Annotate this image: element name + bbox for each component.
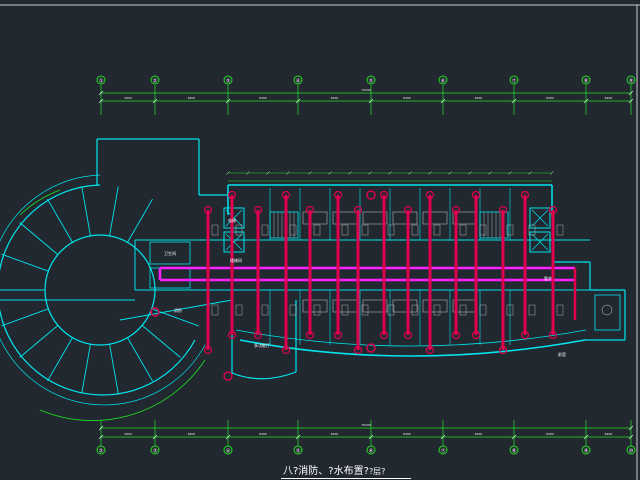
axis-label-bottom: ⑤ <box>296 449 301 455</box>
axis-label-top: ① <box>99 79 104 85</box>
drawing-title-main: 八?消防、?水布置? <box>283 466 369 477</box>
dim-top-value: 8400 <box>605 96 613 100</box>
dim-top-value: 8400 <box>259 96 267 100</box>
axis-label-top: ⑧ <box>584 79 589 85</box>
floor-plan-drawing: ① ② ③ ④ ⑤ ⑥ ⑦ ⑧ ⑨ ② ③ ④ ⑤ ⑥ ⑦ ⑧ ⑨ ⑩ 70200 3600 8400 8400 8400… <box>0 0 640 480</box>
axis-label-top: ⑤ <box>369 79 374 85</box>
drawing-title-suffix: ?层? <box>368 467 386 476</box>
axis-label-top: ④ <box>296 79 301 85</box>
axis-label-top: ⑥ <box>441 79 446 85</box>
axis-label-top: ② <box>153 78 158 85</box>
dim-top-value: 8400 <box>475 96 483 100</box>
dim-top-value: 8400 <box>331 96 339 100</box>
axis-label-top: ③ <box>226 79 231 85</box>
dim-top-value: 8400 <box>403 96 411 100</box>
dim-bottom-value: 8400 <box>475 432 483 436</box>
dim-bottom-value: 8400 <box>403 432 411 436</box>
dim-top-value: 8400 <box>188 96 196 100</box>
dim-bottom-value: 8400 <box>605 432 613 436</box>
drawing-title: 八?消防、?水布置??层? <box>283 466 385 478</box>
axis-label-bottom: ④ <box>226 449 231 455</box>
dim-bottom-value: 8400 <box>259 432 267 436</box>
axis-label-bottom: ⑦ <box>441 448 446 455</box>
axis-label-bottom: ⑥ <box>369 449 374 455</box>
dim-top-value: 3600 <box>124 96 132 100</box>
room-label: 管井 <box>544 275 552 281</box>
dim-total-bottom-value: 70200 <box>361 423 371 427</box>
room-label: 电梯 <box>228 217 236 223</box>
dim-bottom-value: 3600 <box>124 432 132 436</box>
room-label: 楼梯间 <box>230 257 242 263</box>
axis-label-top: ⑨ <box>629 78 634 85</box>
room-label: 前室 <box>558 351 566 357</box>
room-label: 卫生间 <box>164 250 176 256</box>
axis-label-bottom: ② <box>99 448 104 455</box>
axis-label-bottom: ⑨ <box>584 448 589 455</box>
axis-label-top: ⑦ <box>512 78 517 85</box>
axis-label-bottom: ③ <box>153 449 158 455</box>
dim-bottom-value: 8400 <box>546 432 554 436</box>
dim-bottom-value: 8400 <box>331 432 339 436</box>
dim-bottom-value: 8400 <box>188 432 196 436</box>
dim-total-top-value: 70200 <box>361 88 371 92</box>
axis-label-bottom: ⑩ <box>629 448 634 455</box>
title-underline <box>281 478 411 479</box>
room-label: 消防 <box>174 307 182 313</box>
room-label: 多功能厅 <box>254 342 270 348</box>
dim-top-value: 8400 <box>546 96 554 100</box>
axis-label-bottom: ⑧ <box>512 449 517 455</box>
